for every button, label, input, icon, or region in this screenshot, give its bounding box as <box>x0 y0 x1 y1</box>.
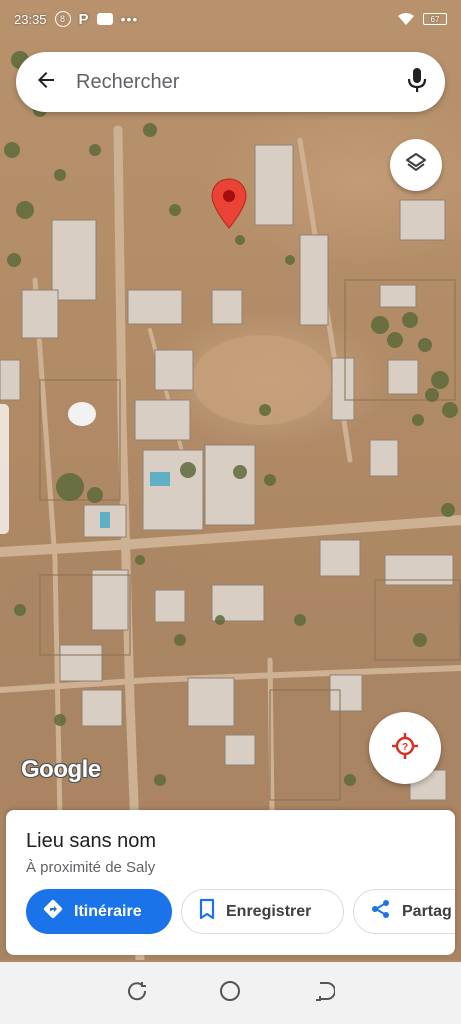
status-time: 23:35 <box>14 11 47 27</box>
microphone-icon <box>407 67 427 98</box>
directions-label: Itinéraire <box>74 902 142 920</box>
bookmark-icon <box>198 898 216 925</box>
home-button[interactable] <box>215 978 245 1008</box>
share-icon <box>370 898 392 925</box>
gamepad-icon <box>96 13 113 25</box>
status-bar: 23:35 8 P ••• 67 <box>0 0 461 38</box>
directions-icon <box>42 898 64 925</box>
system-nav-bar <box>0 962 461 1024</box>
side-panel-handle[interactable] <box>0 404 9 534</box>
save-button[interactable]: Enregistrer <box>181 889 344 934</box>
back-nav-icon <box>313 980 337 1007</box>
google-attribution: Google <box>21 756 101 783</box>
search-bar[interactable]: Rechercher <box>16 52 445 112</box>
layers-button[interactable] <box>390 139 442 191</box>
back-nav-button[interactable] <box>309 978 339 1008</box>
home-icon <box>218 979 242 1008</box>
battery-level: 67 <box>430 14 440 24</box>
layers-icon <box>404 151 428 180</box>
save-label: Enregistrer <box>226 902 312 920</box>
my-location-button[interactable]: ? <box>369 712 441 784</box>
battery-icon: 67 <box>423 13 447 25</box>
directions-button[interactable]: Itinéraire <box>26 889 172 934</box>
place-card[interactable]: Lieu sans nom À proximité de Saly Itinér… <box>6 810 455 955</box>
back-button[interactable] <box>16 52 76 112</box>
recent-apps-button[interactable] <box>122 978 152 1008</box>
arrow-left-icon <box>34 68 58 97</box>
my-location-icon: ? <box>390 731 420 766</box>
place-title: Lieu sans nom <box>26 830 157 852</box>
circle-8-icon: 8 <box>54 11 71 27</box>
svg-text:?: ? <box>402 742 408 753</box>
parking-icon: P <box>78 10 89 28</box>
wifi-icon <box>397 12 415 26</box>
recent-apps-icon <box>126 980 148 1007</box>
share-button[interactable]: Partag <box>353 889 455 934</box>
voice-search-button[interactable] <box>389 52 445 112</box>
search-input[interactable]: Rechercher <box>76 71 389 94</box>
more-dots-icon: ••• <box>120 11 139 27</box>
share-label: Partag <box>402 902 452 920</box>
place-subtitle: À proximité de Saly <box>26 859 156 876</box>
place-actions: Itinéraire Enregistrer Partag <box>26 889 455 934</box>
